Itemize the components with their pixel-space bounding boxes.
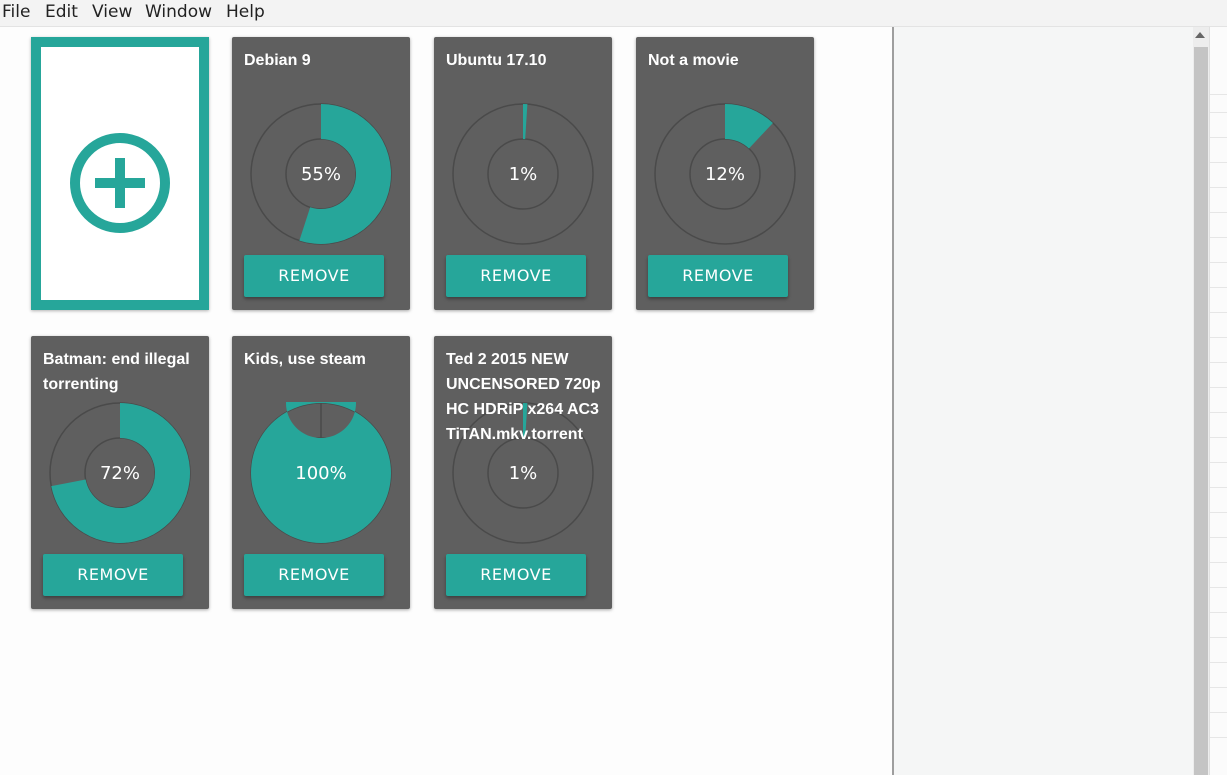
- remove-button[interactable]: REMOVE: [244, 554, 384, 596]
- strip-divider: [1210, 587, 1227, 588]
- remove-button[interactable]: REMOVE: [648, 255, 788, 297]
- strip-divider: [1210, 237, 1227, 238]
- progress-donut: 12%: [654, 103, 796, 245]
- torrent-card: Debian 9 55% REMOVE: [232, 37, 410, 310]
- strip-divider: [1210, 162, 1227, 163]
- strip-divider: [1210, 187, 1227, 188]
- torrent-name: Ubuntu 17.10: [446, 52, 547, 69]
- strip-divider: [1210, 362, 1227, 363]
- strip-divider: [1210, 612, 1227, 613]
- strip-divider: [1210, 662, 1227, 663]
- strip-divider: [1210, 712, 1227, 713]
- strip-divider: [1210, 687, 1227, 688]
- vertical-scrollbar[interactable]: [1193, 27, 1209, 775]
- torrent-card: Not a movie 12% REMOVE: [636, 37, 814, 310]
- strip-divider: [1210, 537, 1227, 538]
- torrent-name: Debian 9: [244, 52, 311, 69]
- menu-file[interactable]: File: [2, 2, 30, 22]
- torrent-card: Ted 2 2015 NEW UNCENSORED 720p HC HDRiP …: [434, 336, 612, 609]
- progress-arc: [725, 104, 773, 149]
- strip-divider: [1210, 637, 1227, 638]
- torrent-card: Batman: end illegal torrenting 72% REMOV…: [31, 336, 209, 609]
- strip-divider: [1210, 737, 1227, 738]
- strip-divider: [1210, 437, 1227, 438]
- remove-button[interactable]: REMOVE: [446, 554, 586, 596]
- progress-label: 1%: [509, 164, 538, 185]
- progress-donut: 55%: [250, 103, 392, 245]
- progress-label: 55%: [301, 164, 341, 185]
- torrent-card: Kids, use steam 100% REMOVE: [232, 336, 410, 609]
- remove-button[interactable]: REMOVE: [43, 554, 183, 596]
- progress-label: 12%: [705, 164, 745, 185]
- progress-donut: 100%: [250, 402, 392, 544]
- progress-label: 1%: [509, 463, 538, 484]
- progress-label: 100%: [295, 463, 346, 484]
- torrent-name: Ted 2 2015 NEW UNCENSORED 720p HC HDRiP …: [446, 351, 601, 443]
- strip-divider: [1210, 212, 1227, 213]
- strip-divider: [1210, 337, 1227, 338]
- torrent-name: Not a movie: [648, 52, 739, 69]
- torrent-name: Batman: end illegal torrenting: [43, 351, 190, 393]
- strip-divider: [1210, 137, 1227, 138]
- remove-button[interactable]: REMOVE: [244, 255, 384, 297]
- add-torrent-card[interactable]: [31, 37, 209, 310]
- torrent-name: Kids, use steam: [244, 351, 366, 368]
- strip-divider: [1210, 412, 1227, 413]
- strip-divider: [1210, 312, 1227, 313]
- progress-label: 72%: [100, 463, 140, 484]
- scrollbar-thumb[interactable]: [1194, 47, 1208, 775]
- menu-help[interactable]: Help: [226, 2, 265, 22]
- strip-divider: [1210, 387, 1227, 388]
- side-panel: [894, 27, 1193, 775]
- remove-button[interactable]: REMOVE: [446, 255, 586, 297]
- right-edge-panel: [1209, 27, 1227, 775]
- strip-divider: [1210, 112, 1227, 113]
- strip-divider: [1210, 287, 1227, 288]
- strip-divider: [1210, 262, 1227, 263]
- strip-divider: [1210, 462, 1227, 463]
- menu-window[interactable]: Window: [145, 2, 212, 22]
- menu-edit[interactable]: Edit: [45, 2, 78, 22]
- strip-divider: [1210, 512, 1227, 513]
- plus-circle-icon: [70, 133, 170, 233]
- strip-divider: [1210, 94, 1227, 95]
- menu-view[interactable]: View: [92, 2, 132, 22]
- strip-divider: [1210, 562, 1227, 563]
- scroll-up-icon[interactable]: [1195, 32, 1205, 38]
- progress-donut: 1%: [452, 103, 594, 245]
- menu-bar: File Edit View Window Help: [0, 0, 1227, 27]
- strip-divider: [1210, 487, 1227, 488]
- torrent-card: Ubuntu 17.10 1% REMOVE: [434, 37, 612, 310]
- add-torrent-card-inner: [41, 47, 199, 300]
- progress-arc: [523, 104, 528, 140]
- progress-donut: 72%: [49, 402, 191, 544]
